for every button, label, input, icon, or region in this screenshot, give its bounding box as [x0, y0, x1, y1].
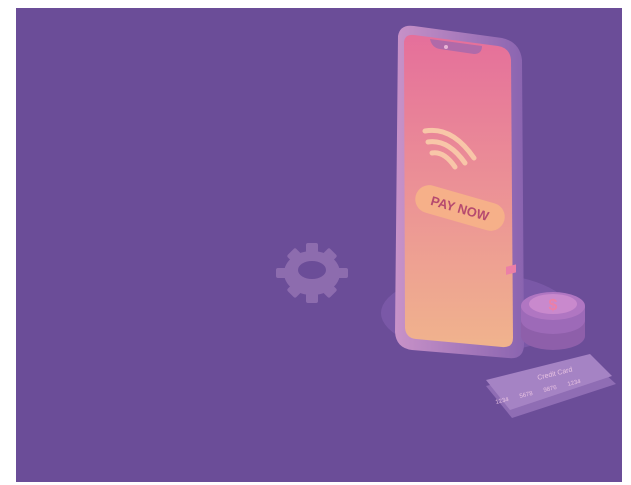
- coin-icon: $: [521, 292, 585, 350]
- coin-symbol: $: [549, 297, 558, 314]
- payment-illustration: PAY NOW $ Credit Card 1234 5678 9876 123…: [16, 8, 622, 482]
- illustration-svg: PAY NOW $ Credit Card 1234 5678 9876 123…: [276, 25, 616, 418]
- gear-icon: [276, 243, 348, 303]
